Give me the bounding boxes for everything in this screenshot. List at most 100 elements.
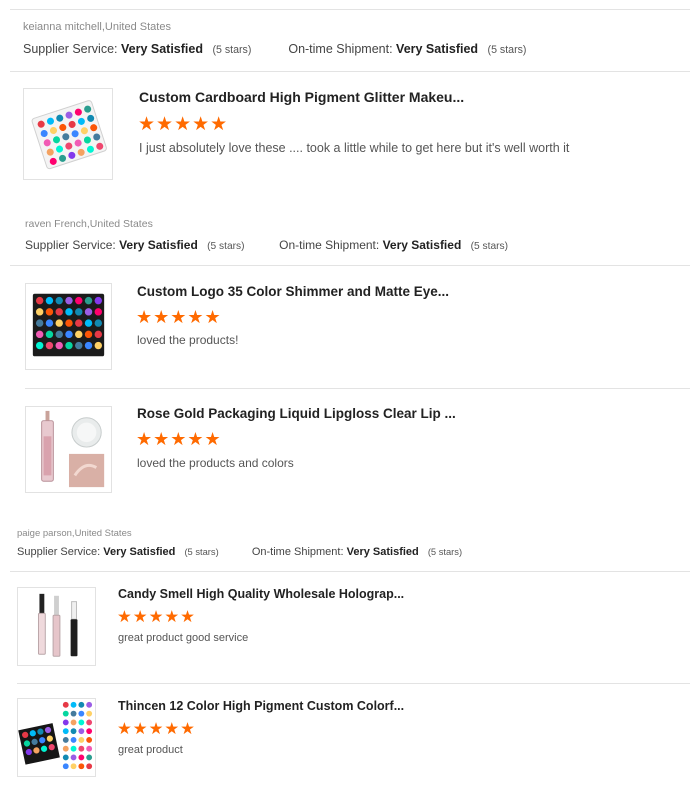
- shipment-stars: (5 stars): [487, 44, 527, 56]
- star-rating: ★★★★★: [136, 429, 222, 449]
- swatch: [78, 701, 85, 708]
- shipment-label: On-time Shipment:: [251, 546, 344, 558]
- star-rating: ★★★★★: [138, 114, 229, 135]
- swatch: [55, 296, 63, 305]
- swatch: [84, 296, 93, 305]
- swatch: [86, 754, 93, 761]
- swatch: [84, 308, 93, 316]
- swatch: [84, 341, 93, 350]
- review-comment: great product good service: [118, 632, 249, 644]
- swatch: [86, 701, 93, 708]
- swatch: [86, 737, 93, 743]
- seller-ratings: Supplier Service: Very Satisfied (5 star…: [25, 238, 508, 252]
- supplier-service-stars: (5 stars): [212, 44, 252, 56]
- swatch: [62, 763, 69, 770]
- divider: [10, 9, 690, 10]
- swatch: [78, 710, 85, 717]
- review-comment: I just absolutely love these .... took a…: [139, 141, 570, 155]
- swatch: [94, 330, 103, 339]
- swatch: [45, 319, 54, 327]
- supplier-service-label: Supplier Service:: [23, 42, 118, 56]
- supplier-service-label: Supplier Service:: [17, 546, 101, 558]
- supplier-service-stars: (5 stars): [207, 241, 245, 252]
- swatch: [45, 308, 54, 316]
- swatch: [62, 710, 69, 717]
- swatch: [75, 341, 83, 350]
- swatch: [78, 719, 85, 726]
- swatch: [75, 319, 83, 327]
- shipment-stars: (5 stars): [470, 241, 508, 252]
- swatch: [84, 319, 93, 327]
- swatch: [70, 710, 77, 717]
- swatch: [62, 737, 69, 743]
- swatch: [45, 341, 54, 350]
- supplier-service-value: Very Satisfied: [120, 42, 203, 56]
- swatch: [65, 330, 73, 339]
- swatch: [65, 296, 73, 305]
- swatch: [78, 745, 85, 752]
- white-eyeshadow-palette-image: [31, 100, 107, 170]
- swatch: [35, 330, 44, 339]
- star-rating: ★★★★★: [136, 307, 222, 327]
- product-thumbnail[interactable]: [23, 88, 113, 180]
- divider: [25, 388, 690, 389]
- swatch: [35, 296, 44, 305]
- swatch: [45, 330, 54, 339]
- shipment-value: Very Satisfied: [396, 42, 479, 56]
- swatch: [70, 754, 77, 761]
- swatch: [45, 296, 54, 305]
- swatch: [94, 308, 103, 316]
- lipgloss-image: [41, 410, 105, 488]
- reviewer-name: keianna mitchell,United States: [23, 21, 171, 33]
- product-thumbnail[interactable]: [25, 406, 112, 493]
- swatch: [70, 745, 77, 752]
- swatch: [35, 308, 44, 316]
- swatch: [55, 308, 63, 316]
- swatch: [94, 319, 103, 327]
- divider: [10, 571, 690, 572]
- product-title-link[interactable]: Thincen 12 Color High Pigment Custom Col…: [118, 699, 404, 713]
- product-title-link[interactable]: Custom Logo 35 Color Shimmer and Matte E…: [137, 284, 449, 299]
- swatch: [70, 719, 77, 726]
- product-title-link[interactable]: Rose Gold Packaging Liquid Lipgloss Clea…: [137, 406, 456, 421]
- swatch: [94, 296, 103, 305]
- swatch: [35, 319, 44, 327]
- shipment-value: Very Satisfied: [346, 546, 419, 558]
- swatch: [70, 728, 77, 735]
- product-thumbnail[interactable]: [25, 283, 112, 370]
- black-eyeshadow-palette-image: [32, 293, 105, 357]
- product-thumbnail[interactable]: [17, 587, 96, 666]
- swatch: [70, 763, 77, 770]
- product-title-link[interactable]: Candy Smell High Quality Wholesale Holog…: [118, 587, 404, 601]
- product-thumbnail[interactable]: [17, 698, 96, 777]
- swatch: [75, 330, 83, 339]
- seller-ratings: Supplier Service: Very Satisfied (5 star…: [23, 42, 526, 56]
- reviewer-name: raven French,United States: [25, 218, 153, 230]
- swatch: [86, 710, 93, 717]
- divider: [10, 265, 690, 266]
- swatch: [62, 745, 69, 752]
- swatch: [86, 719, 93, 726]
- swatch: [86, 745, 93, 752]
- swatch: [62, 754, 69, 761]
- swatch: [86, 728, 93, 735]
- divider: [10, 71, 690, 72]
- swatch: [62, 728, 69, 735]
- swatch: [55, 341, 63, 350]
- swatch: [62, 701, 69, 708]
- shipment-label: On-time Shipment:: [279, 238, 380, 252]
- supplier-service-value: Very Satisfied: [103, 546, 176, 558]
- shipment-label: On-time Shipment:: [288, 42, 393, 56]
- swatch: [86, 763, 93, 770]
- swatch: [70, 701, 77, 708]
- reviewer-name: paige parson,United States: [17, 528, 132, 539]
- lip-tubes-image: [37, 593, 78, 657]
- divider: [17, 683, 690, 684]
- review-comment: loved the products!: [137, 333, 239, 347]
- product-title-link[interactable]: Custom Cardboard High Pigment Glitter Ma…: [139, 89, 464, 105]
- star-rating: ★★★★★: [117, 608, 196, 626]
- star-rating: ★★★★★: [117, 720, 196, 738]
- swatch: [94, 341, 103, 350]
- swatch: [70, 737, 77, 743]
- swatch: [75, 296, 83, 305]
